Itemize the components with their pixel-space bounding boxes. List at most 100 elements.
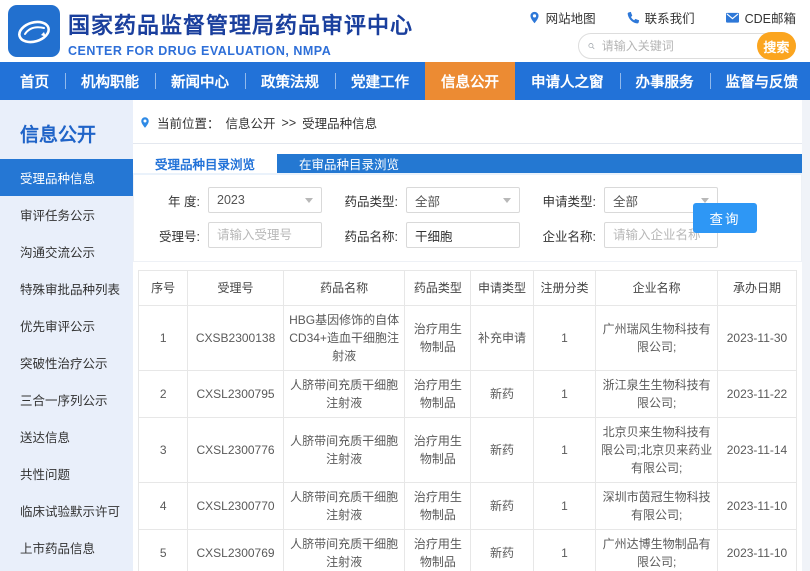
nav-item-0[interactable]: 首页 [4,62,65,100]
filter-company: 企业名称: [532,222,718,248]
table-row[interactable]: 5 CXSL2300769 人脐带间充质干细胞注射液 治疗用生物制品 新药 1 广州达博生物… [137,529,798,571]
drug-type-select[interactable]: 全部 [406,187,520,213]
breadcrumb-prefix: 当前位置： [157,117,220,131]
table-cell: 1 [532,482,597,530]
drug-name-label: 药品名称: [344,229,398,244]
table-cell: 3 [137,417,189,483]
table-cell: 广州瑞风生物科技有限公司; [595,305,718,371]
table-cell: 2023-11-22 [716,370,798,418]
sidebar-item-0[interactable]: 受理品种信息 [0,159,133,196]
query-button[interactable]: 查询 [693,203,757,233]
table-cell: 新药 [470,529,534,571]
table-cell: 1 [532,529,597,571]
nav-item-4[interactable]: 党建工作 [335,62,425,100]
table-cell: CXSL2300795 [187,370,284,418]
table-cell: CXSL2300770 [187,482,284,530]
nav-item-3[interactable]: 政策法规 [245,62,335,100]
sidebar-item-6[interactable]: 三合一序列公示 [0,381,133,418]
table-cell: 补充申请 [470,305,534,371]
breadcrumb-section[interactable]: 信息公开 [226,113,276,132]
drug-type-label: 药品类型: [344,194,398,209]
header-links: 网站地图 联系我们 CDE邮箱 [528,8,796,27]
sidebar-item-11[interactable]: 原辅包登记信息 [0,566,133,571]
column-header-7: 承办日期 [716,270,798,306]
sidebar-item-10[interactable]: 上市药品信息 [0,529,133,566]
table-row[interactable]: 3 CXSL2300776 人脐带间充质干细胞注射液 治疗用生物制品 新药 1 北京贝来生物… [137,417,798,483]
table-cell: 1 [532,417,597,483]
sidebar-item-8[interactable]: 共性问题 [0,455,133,492]
breadcrumb-separator: >> [281,115,297,130]
drug-type-select-value: 全部 [415,194,441,209]
apply-type-select-value: 全部 [613,194,639,209]
table-cell: CXSB2300138 [187,305,284,371]
acceptance-no-input[interactable] [217,228,313,242]
nav-item-2[interactable]: 新闻中心 [155,62,245,100]
table-cell: HBG基因修饰的自体CD34+造血干细胞注射液 [282,305,406,371]
sidebar-item-3[interactable]: 特殊审批品种列表 [0,270,133,307]
table-cell: 2023-11-14 [716,417,798,483]
nav-item-6[interactable]: 申请人之窗 [515,62,620,100]
table-cell: 2023-11-10 [716,482,798,530]
chevron-down-icon [701,197,709,203]
table-row[interactable]: 4 CXSL2300770 人脐带间充质干细胞注射液 治疗用生物制品 新药 1 深圳市茵冠生… [137,482,798,530]
filter-acceptance-no: 受理号: [136,222,322,248]
table-cell: 2023-11-10 [716,529,798,571]
nav-item-7[interactable]: 办事服务 [619,62,710,100]
table-row[interactable]: 1 CXSB2300138 HBG基因修饰的自体CD34+造血干细胞注射液 治疗用生物… [137,305,798,371]
nav-item-8[interactable]: 监督与反馈 [709,62,810,100]
year-select-value: 2023 [217,193,245,207]
table-cell: 人脐带间充质干细胞注射液 [282,370,406,418]
chevron-down-icon [503,197,511,203]
table-cell: 治疗用生物制品 [404,370,472,418]
drug-name-input[interactable] [415,228,511,242]
mail-icon [725,12,739,23]
table-cell: CXSL2300769 [187,529,284,571]
filter-year: 年 度: 2023 [136,187,322,213]
phone-icon [627,11,639,23]
sidebar-item-4[interactable]: 优先审评公示 [0,307,133,344]
search-icon [588,43,595,50]
sidebar: 信息公开 受理品种信息 审评任务公示 沟通交流公示 特殊审批品种列表 优先审评公示 突破性… [0,100,133,571]
nav-item-5[interactable]: 信息公开 [425,62,515,100]
nav-item-1[interactable]: 机构职能 [65,62,155,100]
sidebar-item-9[interactable]: 临床试验默示许可 [0,492,133,529]
sitemap-link[interactable]: 网站地图 [528,8,596,27]
contact-link[interactable]: 联系我们 [626,8,695,27]
table-cell: 新药 [470,417,534,483]
table-cell: 1 [137,305,189,371]
sidebar-item-7[interactable]: 送达信息 [0,418,133,455]
table-cell: 1 [532,305,597,371]
map-pin-icon [530,11,539,24]
sidebar-item-2[interactable]: 沟通交流公示 [0,233,133,270]
table-cell: 新药 [470,370,534,418]
filter-drug-name: 药品名称: [334,222,520,248]
table-cell: 治疗用生物制品 [404,529,472,571]
sidebar-title: 信息公开 [20,125,97,146]
breadcrumb-current[interactable]: 受理品种信息 [302,113,377,132]
location-pin-icon [141,117,149,128]
search-button[interactable]: 搜索 [756,32,796,60]
table-row[interactable]: 2 CXSL2300795 人脐带间充质干细胞注射液 治疗用生物制品 新药 1 浙江泉生生物… [137,370,798,418]
column-header-0: 序号 [137,270,189,306]
year-select[interactable]: 2023 [208,187,322,213]
table-cell: 广州达博生物制品有限公司; [595,529,718,571]
table-cell: 5 [137,529,189,571]
header-search: 搜索 [578,32,796,60]
filter-drug-type: 药品类型: 全部 [334,187,520,213]
breadcrumb: 当前位置： 信息公开 >> 受理品种信息 [133,100,802,144]
tab-1[interactable]: 在审品种目录浏览 [277,154,421,173]
column-header-6: 企业名称 [595,270,718,306]
table-cell: CXSL2300776 [187,417,284,483]
main-nav: 首页机构职能新闻中心政策法规党建工作信息公开申请人之窗办事服务监督与反馈登记备案… [0,62,810,100]
cde-logo [8,5,60,57]
title-block: 国家药品监督管理局药品审评中心 CENTER FOR DRUG EVALUATI… [68,8,413,58]
sidebar-item-1[interactable]: 审评任务公示 [0,196,133,233]
mailbox-link[interactable]: CDE邮箱 [725,8,796,27]
sidebar-item-5[interactable]: 突破性治疗公示 [0,344,133,381]
filter-panel: 年 度: 2023 药品类型: 全部 申请类型: 全部 受理号: 请输入受理号 … [133,173,802,262]
search-input[interactable] [594,39,757,53]
tab-0[interactable]: 受理品种目录浏览 [133,154,278,173]
table-cell: 浙江泉生生物科技有限公司; [595,370,718,418]
company-label: 企业名称: [542,229,596,244]
table-cell: 2 [137,370,189,418]
